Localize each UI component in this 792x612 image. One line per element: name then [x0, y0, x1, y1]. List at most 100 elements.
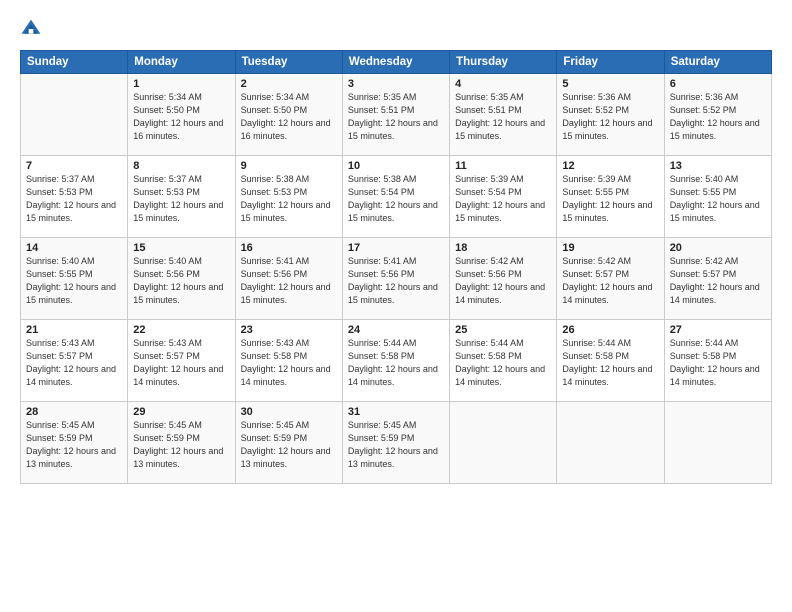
- day-number: 22: [133, 324, 229, 336]
- day-info: Sunrise: 5:45 AMSunset: 5:59 PMDaylight:…: [26, 419, 122, 471]
- header: [20, 18, 772, 40]
- day-info: Sunrise: 5:42 AMSunset: 5:57 PMDaylight:…: [670, 255, 766, 307]
- day-info: Sunrise: 5:36 AMSunset: 5:52 PMDaylight:…: [670, 91, 766, 143]
- calendar-cell: 19Sunrise: 5:42 AMSunset: 5:57 PMDayligh…: [557, 238, 664, 320]
- day-number: 11: [455, 160, 551, 172]
- weekday-header-wednesday: Wednesday: [342, 51, 449, 74]
- calendar-cell: 11Sunrise: 5:39 AMSunset: 5:54 PMDayligh…: [450, 156, 557, 238]
- week-row-3: 21 Sunrise: 5:43 AMSunset: 5:57 PMDayligh…: [21, 320, 772, 402]
- week-row-1: 7 Sunrise: 5:37 AMSunset: 5:53 PMDaylight…: [21, 156, 772, 238]
- calendar-cell: 13Sunrise: 5:40 AMSunset: 5:55 PMDayligh…: [664, 156, 771, 238]
- day-number: 6: [670, 78, 766, 90]
- day-number: 3: [348, 78, 444, 90]
- calendar-cell: [664, 402, 771, 484]
- day-info: Sunrise: 5:41 AMSunset: 5:56 PMDaylight:…: [241, 255, 337, 307]
- day-info: Sunrise: 5:39 AMSunset: 5:55 PMDaylight:…: [562, 173, 658, 225]
- day-number: 12: [562, 160, 658, 172]
- calendar-cell: 18Sunrise: 5:42 AMSunset: 5:56 PMDayligh…: [450, 238, 557, 320]
- calendar-cell: 28Sunrise: 5:45 AMSunset: 5:59 PMDayligh…: [21, 402, 128, 484]
- day-info: Sunrise: 5:44 AMSunset: 5:58 PMDaylight:…: [348, 337, 444, 389]
- calendar-cell: 16Sunrise: 5:41 AMSunset: 5:56 PMDayligh…: [235, 238, 342, 320]
- day-info: Sunrise: 5:41 AMSunset: 5:56 PMDaylight:…: [348, 255, 444, 307]
- calendar-cell: 20Sunrise: 5:42 AMSunset: 5:57 PMDayligh…: [664, 238, 771, 320]
- day-info: Sunrise: 5:43 AMSunset: 5:57 PMDaylight:…: [133, 337, 229, 389]
- week-row-4: 28Sunrise: 5:45 AMSunset: 5:59 PMDayligh…: [21, 402, 772, 484]
- day-number: 5: [562, 78, 658, 90]
- calendar-cell: 24Sunrise: 5:44 AMSunset: 5:58 PMDayligh…: [342, 320, 449, 402]
- day-number: 23: [241, 324, 337, 336]
- calendar-cell: 17Sunrise: 5:41 AMSunset: 5:56 PMDayligh…: [342, 238, 449, 320]
- calendar-cell: 15Sunrise: 5:40 AMSunset: 5:56 PMDayligh…: [128, 238, 235, 320]
- day-info: Sunrise: 5:44 AMSunset: 5:58 PMDaylight:…: [562, 337, 658, 389]
- day-info: Sunrise: 5:40 AMSunset: 5:55 PMDaylight:…: [26, 255, 122, 307]
- calendar-cell: 22Sunrise: 5:43 AMSunset: 5:57 PMDayligh…: [128, 320, 235, 402]
- header-row: SundayMondayTuesdayWednesdayThursdayFrid…: [21, 51, 772, 74]
- calendar-cell: 2Sunrise: 5:34 AMSunset: 5:50 PMDaylight…: [235, 74, 342, 156]
- day-number: 28: [26, 406, 122, 418]
- day-info: Sunrise: 5:45 AMSunset: 5:59 PMDaylight:…: [133, 419, 229, 471]
- calendar-cell: [21, 74, 128, 156]
- calendar-cell: 26Sunrise: 5:44 AMSunset: 5:58 PMDayligh…: [557, 320, 664, 402]
- page: SundayMondayTuesdayWednesdayThursdayFrid…: [0, 0, 792, 612]
- day-number: 14: [26, 242, 122, 254]
- calendar-cell: 21Sunrise: 5:43 AMSunset: 5:57 PMDayligh…: [21, 320, 128, 402]
- day-number: 31: [348, 406, 444, 418]
- calendar-cell: 8Sunrise: 5:37 AMSunset: 5:53 PMDaylight…: [128, 156, 235, 238]
- weekday-header-sunday: Sunday: [21, 51, 128, 74]
- day-info: Sunrise: 5:38 AMSunset: 5:53 PMDaylight:…: [241, 173, 337, 225]
- weekday-header-saturday: Saturday: [664, 51, 771, 74]
- day-number: 30: [241, 406, 337, 418]
- day-number: 27: [670, 324, 766, 336]
- calendar-cell: 4Sunrise: 5:35 AMSunset: 5:51 PMDaylight…: [450, 74, 557, 156]
- day-number: 17: [348, 242, 444, 254]
- day-info: Sunrise: 5:35 AMSunset: 5:51 PMDaylight:…: [455, 91, 551, 143]
- day-number: 4: [455, 78, 551, 90]
- calendar-cell: 14Sunrise: 5:40 AMSunset: 5:55 PMDayligh…: [21, 238, 128, 320]
- day-number: 15: [133, 242, 229, 254]
- logo-icon: [20, 18, 42, 40]
- calendar-cell: 6Sunrise: 5:36 AMSunset: 5:52 PMDaylight…: [664, 74, 771, 156]
- day-number: 20: [670, 242, 766, 254]
- calendar-cell: 7Sunrise: 5:37 AMSunset: 5:53 PMDaylight…: [21, 156, 128, 238]
- calendar-cell: 3Sunrise: 5:35 AMSunset: 5:51 PMDaylight…: [342, 74, 449, 156]
- day-info: Sunrise: 5:42 AMSunset: 5:57 PMDaylight:…: [562, 255, 658, 307]
- day-info: Sunrise: 5:36 AMSunset: 5:52 PMDaylight:…: [562, 91, 658, 143]
- day-info: Sunrise: 5:40 AMSunset: 5:55 PMDaylight:…: [670, 173, 766, 225]
- calendar-cell: 9Sunrise: 5:38 AMSunset: 5:53 PMDaylight…: [235, 156, 342, 238]
- logo: [20, 18, 46, 40]
- day-number: 21: [26, 324, 122, 336]
- day-number: 25: [455, 324, 551, 336]
- day-number: 8: [133, 160, 229, 172]
- day-info: Sunrise: 5:45 AMSunset: 5:59 PMDaylight:…: [241, 419, 337, 471]
- calendar-cell: 29Sunrise: 5:45 AMSunset: 5:59 PMDayligh…: [128, 402, 235, 484]
- day-number: 18: [455, 242, 551, 254]
- day-number: 16: [241, 242, 337, 254]
- calendar-cell: 23Sunrise: 5:43 AMSunset: 5:58 PMDayligh…: [235, 320, 342, 402]
- day-number: 7: [26, 160, 122, 172]
- day-number: 24: [348, 324, 444, 336]
- day-info: Sunrise: 5:39 AMSunset: 5:54 PMDaylight:…: [455, 173, 551, 225]
- day-info: Sunrise: 5:40 AMSunset: 5:56 PMDaylight:…: [133, 255, 229, 307]
- day-info: Sunrise: 5:37 AMSunset: 5:53 PMDaylight:…: [133, 173, 229, 225]
- day-info: Sunrise: 5:34 AMSunset: 5:50 PMDaylight:…: [241, 91, 337, 143]
- week-row-0: 1Sunrise: 5:34 AMSunset: 5:50 PMDaylight…: [21, 74, 772, 156]
- day-number: 2: [241, 78, 337, 90]
- calendar-cell: 5Sunrise: 5:36 AMSunset: 5:52 PMDaylight…: [557, 74, 664, 156]
- day-info: Sunrise: 5:45 AMSunset: 5:59 PMDaylight:…: [348, 419, 444, 471]
- day-info: Sunrise: 5:42 AMSunset: 5:56 PMDaylight:…: [455, 255, 551, 307]
- calendar-cell: 27Sunrise: 5:44 AMSunset: 5:58 PMDayligh…: [664, 320, 771, 402]
- day-info: Sunrise: 5:38 AMSunset: 5:54 PMDaylight:…: [348, 173, 444, 225]
- day-number: 13: [670, 160, 766, 172]
- weekday-header-monday: Monday: [128, 51, 235, 74]
- day-number: 26: [562, 324, 658, 336]
- week-row-2: 14Sunrise: 5:40 AMSunset: 5:55 PMDayligh…: [21, 238, 772, 320]
- calendar-cell: [450, 402, 557, 484]
- day-number: 29: [133, 406, 229, 418]
- day-info: Sunrise: 5:35 AMSunset: 5:51 PMDaylight:…: [348, 91, 444, 143]
- weekday-header-thursday: Thursday: [450, 51, 557, 74]
- calendar-cell: 30Sunrise: 5:45 AMSunset: 5:59 PMDayligh…: [235, 402, 342, 484]
- day-info: Sunrise: 5:44 AMSunset: 5:58 PMDaylight:…: [670, 337, 766, 389]
- day-info: Sunrise: 5:34 AMSunset: 5:50 PMDaylight:…: [133, 91, 229, 143]
- calendar-cell: 1Sunrise: 5:34 AMSunset: 5:50 PMDaylight…: [128, 74, 235, 156]
- calendar-table: SundayMondayTuesdayWednesdayThursdayFrid…: [20, 50, 772, 484]
